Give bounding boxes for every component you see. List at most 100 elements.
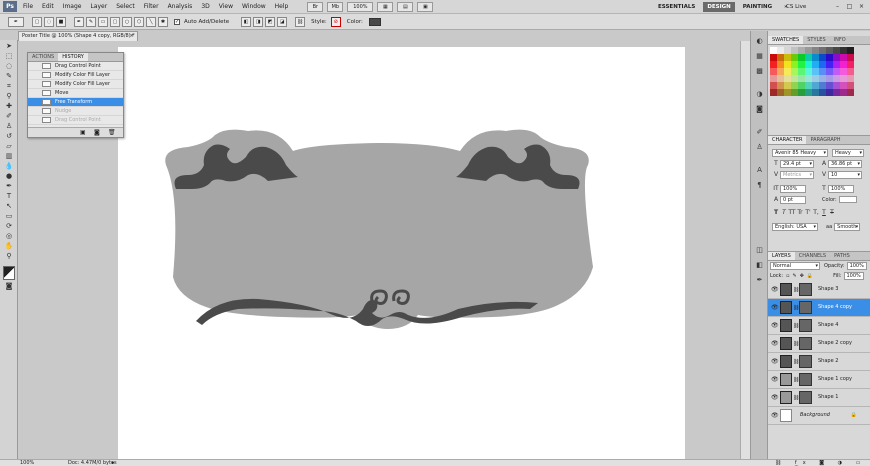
workspace-painting[interactable]: PAINTING [739, 2, 776, 12]
rounded-rectangle-icon[interactable]: ▢ [110, 16, 120, 27]
path-selection-tool-icon[interactable]: ↖ [3, 202, 15, 210]
menu-select[interactable]: Select [116, 3, 135, 10]
quick-selection-tool-icon[interactable]: ✎ [3, 72, 15, 80]
pen-tool-icon[interactable]: ✒ [74, 16, 84, 27]
swatch[interactable] [833, 82, 840, 89]
lock-transparent-icon[interactable]: ▫ [786, 273, 789, 279]
swatch[interactable] [840, 54, 847, 61]
marquee-tool-icon[interactable]: ⬚ [3, 52, 15, 60]
swatch[interactable] [798, 89, 805, 96]
trash-icon[interactable]: 🗑 [108, 129, 116, 136]
menu-3d[interactable]: 3D [201, 3, 209, 10]
menu-view[interactable]: View [219, 3, 233, 10]
channels-panel-icon[interactable]: ◧ [754, 261, 765, 270]
freeform-pen-icon[interactable]: ✎ [86, 16, 96, 27]
screen-mode-icon[interactable]: ▣ [417, 1, 434, 12]
swatch[interactable] [770, 75, 777, 82]
workspace-design[interactable]: DESIGN [703, 2, 735, 12]
fill-pixels-mode-button[interactable]: ■ [56, 16, 66, 27]
underline-button[interactable]: T [820, 209, 828, 216]
quick-mask-icon[interactable]: ◙ [3, 282, 15, 290]
swatch[interactable] [812, 47, 819, 54]
tool-preset-picker[interactable]: ✒ [8, 16, 24, 27]
tab-swatches[interactable]: SWATCHES [768, 36, 804, 44]
tab-channels[interactable]: CHANNELS [795, 252, 830, 260]
subtract-shape-area-icon[interactable]: ◨ [253, 16, 264, 27]
swatch[interactable] [819, 75, 826, 82]
swatch[interactable] [826, 75, 833, 82]
tab-paragraph[interactable]: PARAGRAPH [806, 136, 844, 144]
swatch[interactable] [840, 89, 847, 96]
swatch[interactable] [819, 82, 826, 89]
swatch[interactable] [770, 47, 777, 54]
combine-shape-area-icon[interactable]: ◧ [241, 16, 252, 27]
camera-snapshot-icon[interactable]: ◙ [94, 129, 100, 136]
swatch[interactable] [770, 68, 777, 75]
swatch[interactable] [777, 54, 784, 61]
new-document-from-state-icon[interactable]: ▣ [80, 129, 86, 136]
tracking-field[interactable]: 10 [828, 170, 862, 179]
font-style-select[interactable]: Heavy [832, 148, 864, 157]
visibility-eye-icon[interactable]: 👁 [771, 358, 779, 365]
swatch[interactable] [777, 61, 784, 68]
swatch[interactable] [791, 68, 798, 75]
history-step[interactable]: Move [28, 89, 123, 98]
polygon-shape-icon[interactable]: ⬡ [134, 16, 144, 27]
history-step[interactable]: Modify Color Fill Layer [28, 71, 123, 80]
swatch-grid[interactable] [770, 47, 870, 96]
blend-mode-select[interactable]: Normal [770, 262, 820, 270]
link-layer-style-icon[interactable]: ⛓ [295, 16, 306, 27]
horizontal-scale-field[interactable]: 100% [828, 184, 854, 193]
swatch[interactable] [784, 75, 791, 82]
menu-window[interactable]: Window [242, 3, 266, 10]
text-color-swatch[interactable] [838, 196, 857, 203]
superscript-button[interactable]: T' [804, 209, 812, 216]
vertical-scrollbar[interactable] [740, 41, 750, 459]
swatch[interactable] [777, 82, 784, 89]
swatch[interactable] [826, 82, 833, 89]
swatch[interactable] [819, 68, 826, 75]
swatch[interactable] [791, 54, 798, 61]
swatch[interactable] [826, 47, 833, 54]
strikethrough-button[interactable]: T [828, 209, 836, 216]
visibility-eye-icon[interactable]: 👁 [771, 286, 779, 293]
masks-panel-icon[interactable]: ◙ [754, 105, 765, 114]
swatch[interactable] [784, 47, 791, 54]
swatch[interactable] [784, 82, 791, 89]
swatch[interactable] [805, 47, 812, 54]
view-extras-icon[interactable]: ▦ [377, 1, 394, 12]
swatch[interactable] [798, 68, 805, 75]
visibility-eye-icon[interactable]: 👁 [771, 322, 779, 329]
swatch[interactable] [805, 89, 812, 96]
status-menu-arrow-icon[interactable]: ▸ [112, 460, 115, 466]
auto-add-delete-checkbox[interactable]: ✓ [174, 18, 180, 25]
swatch[interactable] [784, 54, 791, 61]
opacity-field[interactable]: 100% [846, 262, 867, 270]
swatch[interactable] [847, 54, 854, 61]
brush-panel-icon[interactable]: ✐ [754, 128, 765, 137]
swatch[interactable] [777, 68, 784, 75]
zoom-level-dropdown[interactable]: 100% [347, 1, 374, 12]
swatch[interactable] [833, 89, 840, 96]
swatch[interactable] [826, 54, 833, 61]
tab-info[interactable]: INFO [830, 36, 850, 44]
swatch[interactable] [819, 47, 826, 54]
swatch[interactable] [770, 61, 777, 68]
menu-help[interactable]: Help [275, 3, 289, 10]
swatch[interactable] [805, 75, 812, 82]
dodge-tool-icon[interactable]: ● [3, 172, 15, 180]
swatch[interactable] [847, 89, 854, 96]
swatch[interactable] [833, 61, 840, 68]
shape-layers-mode-button[interactable]: ▢ [32, 16, 42, 27]
minimize-button[interactable]: – [832, 2, 843, 11]
line-shape-icon[interactable]: ╲ [146, 16, 156, 27]
swatch[interactable] [791, 89, 798, 96]
baseline-shift-field[interactable]: 0 pt [780, 195, 806, 204]
menu-edit[interactable]: Edit [42, 3, 54, 10]
swatch[interactable] [847, 68, 854, 75]
language-select[interactable]: English: USA [772, 222, 818, 231]
swatch[interactable] [798, 61, 805, 68]
layer-row-selected[interactable]: 👁 ⛓ Shape 4 copy [768, 299, 870, 317]
document-tab[interactable]: Poster Title @ 100% (Shape 4 copy, RGB/8… [18, 31, 138, 41]
lock-position-icon[interactable]: ✥ [800, 273, 804, 279]
